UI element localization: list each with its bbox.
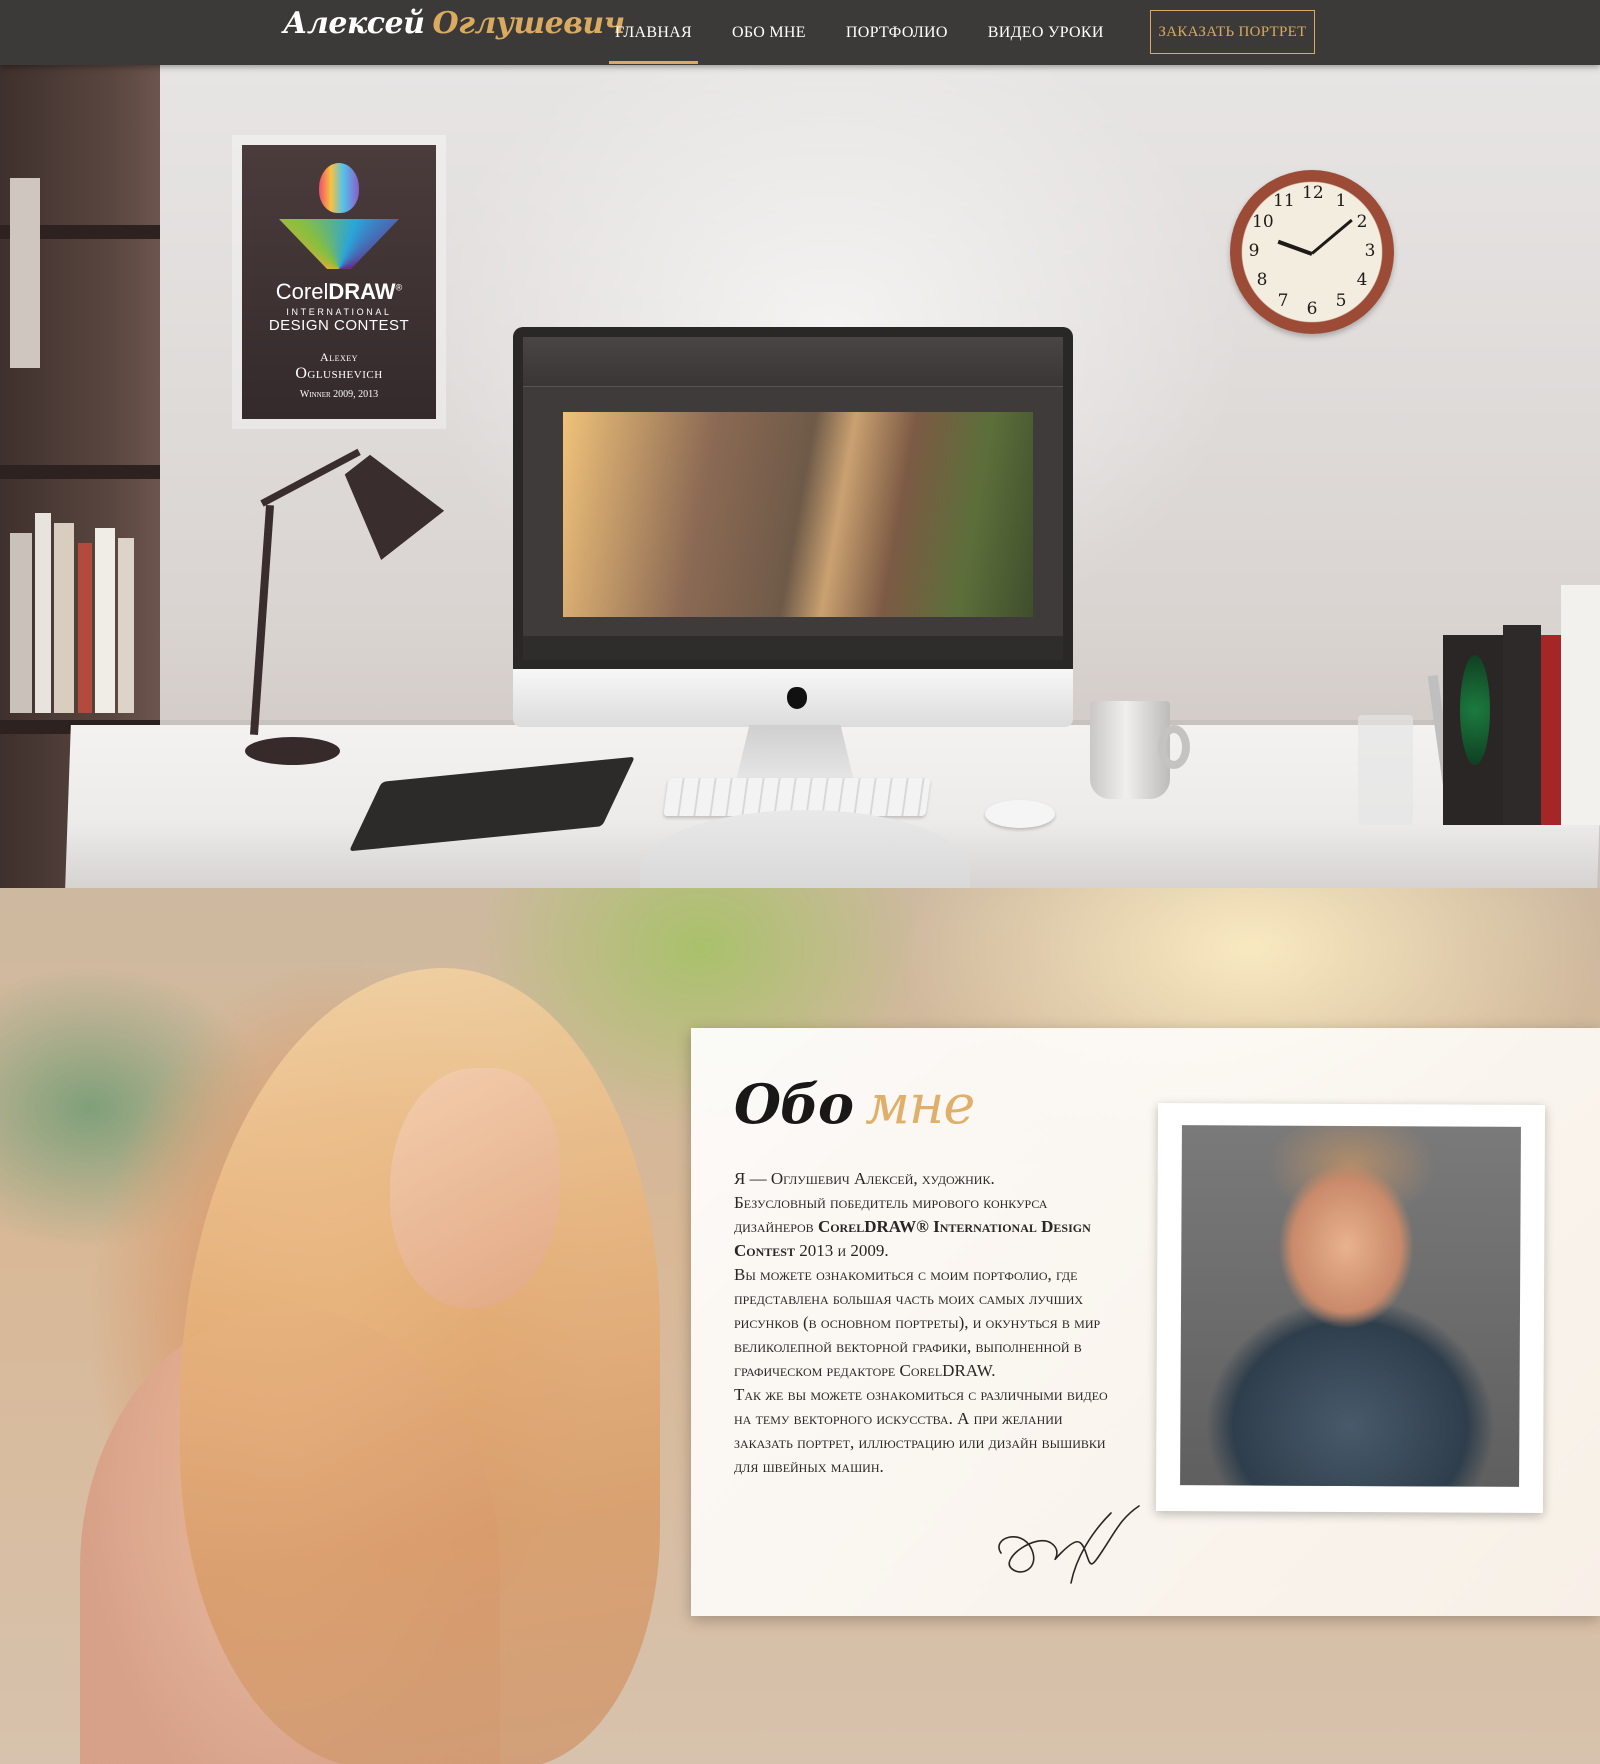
clock-number: 5	[1335, 291, 1347, 311]
nav-item-video-lessons[interactable]: ВИДЕО УРОКИ	[982, 0, 1110, 65]
book	[54, 523, 74, 713]
clock-number: 10	[1252, 212, 1274, 232]
editor-canvas-artwork	[563, 412, 1033, 617]
book	[1541, 635, 1561, 825]
about-paragraph-intro: Я — Оглушевич Алексей, художник.	[734, 1169, 995, 1188]
about-paragraph-winner: Безусловный победитель мирового конкурса…	[734, 1191, 1124, 1263]
clock-number: 9	[1248, 241, 1260, 261]
award-name-last: Oglushevich	[295, 365, 383, 382]
artwork-face	[390, 1068, 560, 1308]
lamp-base	[245, 737, 340, 765]
lamp-pole	[249, 505, 275, 735]
nav-item-portfolio[interactable]: ПОРТФОЛИО	[840, 0, 954, 65]
about-panel: Обо мне Я — Оглушевич Алексей, художник. …	[691, 1028, 1600, 1616]
mouse	[985, 800, 1055, 828]
logo-first-name: Алексей	[283, 6, 425, 41]
imac-monitor	[513, 327, 1073, 669]
monitor-screen	[523, 337, 1063, 660]
book	[1503, 625, 1541, 825]
about-winner-years: 2013 и 2009.	[794, 1241, 889, 1260]
clock-number: 11	[1273, 191, 1295, 211]
author-portrait-photo	[1180, 1125, 1521, 1487]
main-nav: ГЛАВНАЯ ОБО МНЕ ПОРТФОЛИО ВИДЕО УРОКИ	[609, 0, 1138, 65]
about-paragraph-video: Так же вы можете ознакомиться с различны…	[734, 1385, 1108, 1476]
rays-logo-icon	[279, 219, 399, 269]
book	[78, 543, 92, 713]
book	[95, 528, 115, 713]
award-brand-bold: DRAW	[328, 279, 396, 304]
clock-number: 1	[1335, 191, 1347, 211]
clock-number: 8	[1256, 270, 1268, 290]
clock-number: 2	[1356, 212, 1368, 232]
clock-number: 4	[1356, 270, 1368, 290]
artwork-hair	[180, 968, 660, 1764]
picture-frame	[10, 178, 40, 368]
lamp-arm	[260, 448, 361, 507]
shelf-board	[0, 465, 160, 479]
book	[10, 533, 32, 713]
about-title-part2: мне	[865, 1073, 975, 1136]
logo-last-name: Оглушевич	[432, 6, 625, 41]
editor-status-bar	[523, 636, 1063, 660]
award-brand: CorelDRAW®	[276, 279, 402, 305]
clock-number: 12	[1302, 183, 1324, 203]
award-winner: Winner 2009, 2013	[299, 389, 379, 400]
books-stack	[1358, 515, 1600, 825]
hero-workspace-image: CorelDRAW® INTERNATIONAL DESIGN CONTEST …	[0, 65, 1600, 888]
award-line2: DESIGN CONTEST	[268, 317, 410, 334]
book	[1561, 585, 1600, 825]
site-header: Алексей Оглушевич ГЛАВНАЯ ОБО МНЕ ПОРТФОЛ…	[0, 0, 1600, 65]
about-paragraph-portfolio: Вы можете ознакомиться с моим портфолио,…	[734, 1265, 1101, 1380]
wall-clock: 12 1 2 3 4 5 6 7 8 9 10 11	[1230, 170, 1394, 334]
about-title-part1: Обо	[734, 1072, 854, 1136]
apple-logo-icon	[787, 687, 807, 709]
pencil-cup	[1358, 715, 1413, 825]
coreldraw-award-poster: CorelDRAW® INTERNATIONAL DESIGN CONTEST …	[232, 135, 446, 429]
author-photo-frame	[1155, 1102, 1546, 1514]
signature-image	[998, 1505, 1140, 1584]
award-line1: INTERNATIONAL	[286, 307, 392, 317]
mug-handle	[1158, 725, 1190, 769]
balloon-logo-icon	[319, 163, 359, 213]
clock-minute-hand	[1311, 218, 1353, 255]
clock-number: 6	[1306, 299, 1318, 319]
editor-toolbar	[523, 337, 1063, 387]
clock-number: 3	[1364, 241, 1376, 261]
award-name-first: Alexey	[320, 350, 358, 364]
site-logo[interactable]: Алексей Оглушевич	[283, 6, 625, 41]
order-portrait-button[interactable]: ЗАКАЗАТЬ ПОРТРЕТ	[1150, 10, 1315, 54]
nav-item-about[interactable]: ОБО МНЕ	[726, 0, 812, 65]
monitor-stand	[735, 725, 855, 785]
about-title: Обо мне	[734, 1072, 975, 1136]
book	[118, 538, 134, 713]
award-brand-mark: ®	[395, 282, 403, 293]
award-brand-light: Corel	[275, 279, 329, 304]
book-cover-ornament	[1460, 655, 1490, 765]
clock-number: 7	[1277, 291, 1289, 311]
award-poster-inner: CorelDRAW® INTERNATIONAL DESIGN CONTEST …	[242, 145, 436, 419]
about-text: Я — Оглушевич Алексей, художник. Безусло…	[734, 1167, 1124, 1479]
clock-hour-hand	[1277, 239, 1313, 256]
book	[35, 513, 51, 713]
nav-item-home[interactable]: ГЛАВНАЯ	[609, 0, 699, 65]
